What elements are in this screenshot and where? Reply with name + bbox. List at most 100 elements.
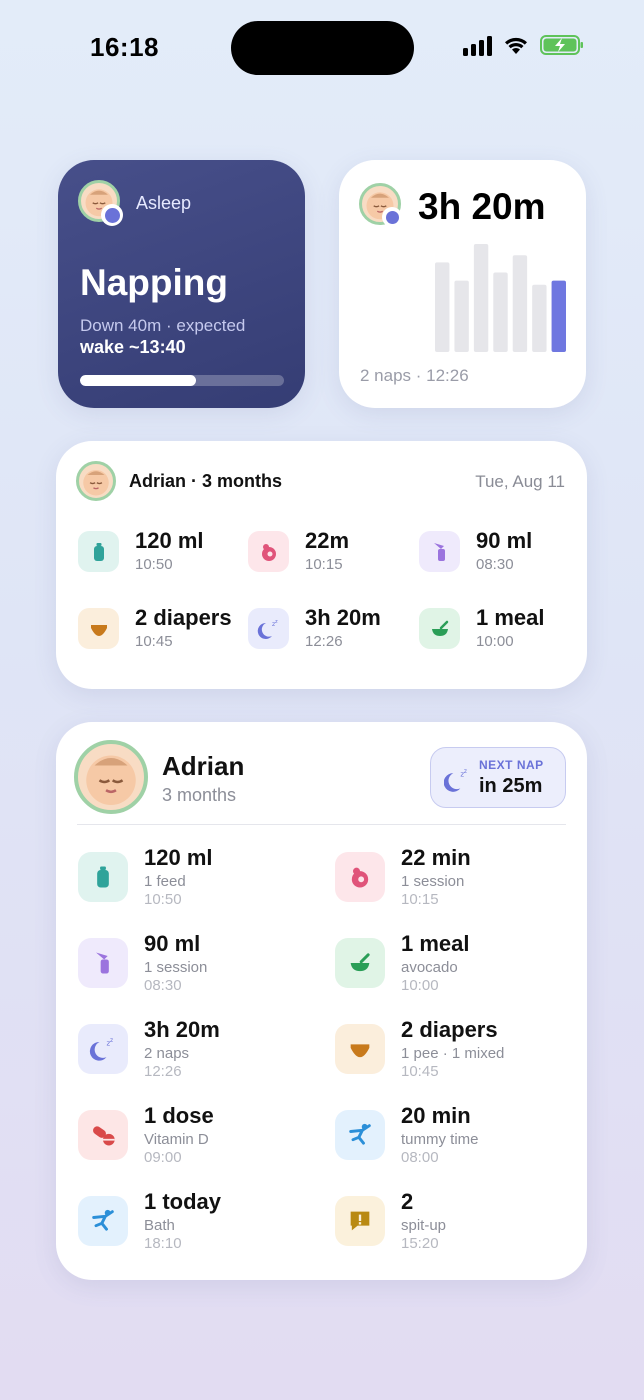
sleep-bar bbox=[551, 280, 566, 352]
breastfeed-icon bbox=[248, 531, 289, 572]
baby-avatar bbox=[76, 461, 116, 501]
spit-up-icon bbox=[335, 1196, 385, 1246]
detail-row-pump[interactable]: 90 ml 1 session 08:30 bbox=[78, 931, 208, 994]
row-sub: 2 naps bbox=[144, 1045, 190, 1062]
detail-row-sleep[interactable]: zz 3h 20m 2 naps 12:26 bbox=[78, 1017, 220, 1080]
stat-bottle[interactable]: 120 ml 10:50 bbox=[78, 528, 204, 573]
sleep-badge-icon bbox=[382, 207, 402, 227]
row-sub: tummy time bbox=[401, 1131, 479, 1148]
row-sub: 1 session bbox=[401, 873, 465, 890]
row-time: 10:00 bbox=[401, 977, 439, 994]
tummy-time-icon bbox=[335, 1110, 385, 1160]
stat-diaper[interactable]: 2 diapers 10:45 bbox=[78, 605, 232, 650]
svg-text:z: z bbox=[110, 1038, 113, 1044]
sleep-total-widget[interactable]: 3h 20m 2 naps · 12:26 bbox=[339, 160, 586, 408]
child-name-age: Adrian · 3 months bbox=[129, 471, 283, 491]
stat-sleep[interactable]: zz 3h 20m 12:26 bbox=[248, 605, 381, 650]
sleep-bar bbox=[473, 244, 489, 352]
stat-value: 1 meal bbox=[476, 605, 545, 630]
stat-time: 08:30 bbox=[476, 556, 514, 573]
stat-value: 22m bbox=[305, 528, 350, 553]
row-sub: Vitamin D bbox=[144, 1131, 209, 1148]
row-sub: 1 feed bbox=[144, 873, 186, 890]
detail-row-bath[interactable]: 1 today Bath 18:10 bbox=[78, 1189, 221, 1252]
row-value: 22 min bbox=[401, 845, 471, 870]
stat-time: 10:00 bbox=[476, 633, 514, 650]
row-time: 12:26 bbox=[144, 1063, 182, 1080]
sleep-badge-icon bbox=[101, 204, 123, 226]
detail-row-medicine[interactable]: 1 dose Vitamin D 09:00 bbox=[78, 1103, 214, 1166]
napping-widget[interactable]: Asleep Napping Down 40m · expected wake … bbox=[58, 160, 305, 408]
row-sub: 1 pee · 1 mixed bbox=[401, 1045, 505, 1062]
nap-progress-fill bbox=[80, 375, 197, 386]
sleep-total: 3h 20m bbox=[418, 186, 546, 227]
stat-value: 2 diapers bbox=[135, 605, 232, 630]
svg-text:z: z bbox=[275, 619, 278, 625]
child-age: 3 months bbox=[162, 785, 237, 805]
stat-solid-food[interactable]: 1 meal 10:00 bbox=[419, 605, 545, 650]
pump-icon bbox=[419, 531, 460, 572]
detail-row-solid-food[interactable]: 1 meal avocado 10:00 bbox=[335, 931, 470, 994]
stat-breastfeed[interactable]: 22m 10:15 bbox=[248, 528, 350, 573]
divider bbox=[77, 824, 566, 825]
svg-text:z: z bbox=[464, 769, 467, 775]
pump-icon bbox=[78, 938, 128, 988]
cellular-signal-icon bbox=[463, 34, 492, 56]
breastfeed-icon bbox=[335, 852, 385, 902]
stat-time: 10:15 bbox=[305, 556, 343, 573]
row-time: 10:50 bbox=[144, 891, 182, 908]
sleep-icon: zz bbox=[78, 1024, 128, 1074]
stat-time: 10:45 bbox=[135, 633, 173, 650]
detail-row-bottle[interactable]: 120 ml 1 feed 10:50 bbox=[78, 845, 213, 908]
row-time: 08:30 bbox=[144, 977, 182, 994]
next-nap-label: NEXT NAP bbox=[479, 758, 544, 772]
daily-summary-widget[interactable]: Adrian · 3 months Tue, Aug 11 120 ml 10:5… bbox=[56, 441, 587, 689]
nap-progress-bar bbox=[80, 375, 284, 386]
row-time: 10:15 bbox=[401, 891, 439, 908]
row-time: 08:00 bbox=[401, 1149, 439, 1166]
nap-expected-wake: wake ~13:40 bbox=[80, 337, 186, 357]
status-time: 16:18 bbox=[90, 32, 159, 62]
row-sub: 1 session bbox=[144, 959, 208, 976]
child-name: Adrian bbox=[162, 751, 245, 781]
row-sub: avocado bbox=[401, 959, 458, 976]
row-time: 10:45 bbox=[401, 1063, 439, 1080]
detail-row-tummy-time[interactable]: 20 min tummy time 08:00 bbox=[335, 1103, 479, 1166]
sleep-bar-chart bbox=[435, 244, 566, 352]
detail-row-breastfeed[interactable]: 22 min 1 session 10:15 bbox=[335, 845, 471, 908]
next-nap-badge[interactable]: zz NEXT NAP in 25m bbox=[430, 747, 566, 808]
detail-row-diaper[interactable]: 2 diapers 1 pee · 1 mixed 10:45 bbox=[335, 1017, 505, 1080]
stat-value: 3h 20m bbox=[305, 605, 381, 630]
medicine-icon bbox=[78, 1110, 128, 1160]
solid-food-icon bbox=[335, 938, 385, 988]
stat-value: 90 ml bbox=[476, 528, 533, 553]
bath-icon bbox=[78, 1196, 128, 1246]
row-value: 120 ml bbox=[144, 845, 213, 870]
stat-pump[interactable]: 90 ml 08:30 bbox=[419, 528, 533, 573]
detail-widget[interactable]: Adrian 3 months zz NEXT NAP in 25m 120 m… bbox=[56, 722, 587, 1280]
row-sub: spit-up bbox=[401, 1217, 447, 1234]
sleep-status-label: Asleep bbox=[136, 193, 192, 213]
row-value: 2 bbox=[401, 1189, 414, 1214]
row-value: 1 meal bbox=[401, 931, 470, 956]
moon-icon: zz bbox=[444, 769, 467, 792]
sleep-bar bbox=[532, 284, 547, 352]
bottle-icon bbox=[78, 852, 128, 902]
status-icons bbox=[463, 34, 584, 56]
stat-time: 12:26 bbox=[305, 633, 343, 650]
row-time: 15:20 bbox=[401, 1235, 439, 1252]
baby-avatar bbox=[74, 740, 148, 814]
nap-detail: Down 40m · expected bbox=[80, 316, 246, 335]
row-sub: Bath bbox=[144, 1217, 175, 1234]
nap-title: Napping bbox=[80, 262, 228, 303]
diaper-icon bbox=[335, 1024, 385, 1074]
detail-row-spit-up[interactable]: 2 spit-up 15:20 bbox=[335, 1189, 447, 1252]
dynamic-island bbox=[231, 21, 414, 75]
sleep-bar bbox=[493, 272, 508, 352]
bottle-icon bbox=[78, 531, 119, 572]
sleep-icon: zz bbox=[248, 608, 289, 649]
solid-food-icon bbox=[419, 608, 460, 649]
sleep-footer: 2 naps · 12:26 bbox=[360, 366, 469, 385]
sleep-bar bbox=[435, 262, 450, 352]
summary-date: Tue, Aug 11 bbox=[475, 472, 565, 491]
